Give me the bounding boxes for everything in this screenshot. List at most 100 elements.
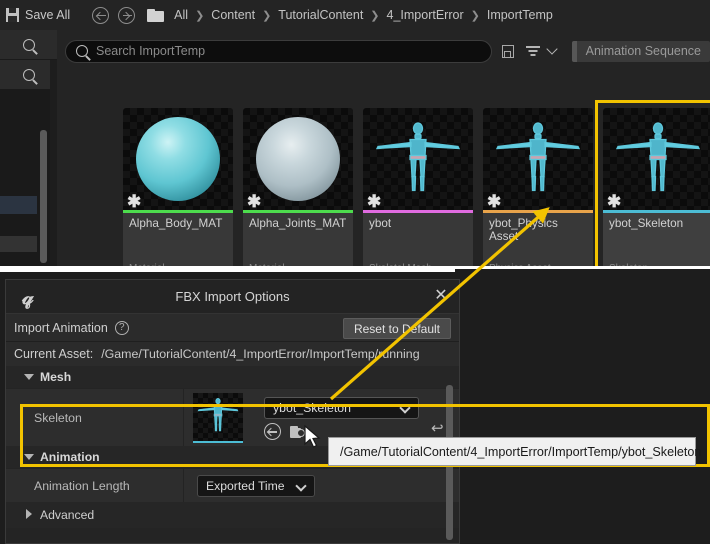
save-icon bbox=[6, 8, 19, 22]
advanced-section-header[interactable]: Advanced bbox=[6, 502, 459, 528]
asset-thumbnail: ✱ bbox=[363, 108, 473, 210]
animation-length-value: Exported Time bbox=[206, 479, 285, 493]
sphere-preview-icon bbox=[136, 117, 220, 201]
asset-tile-grid: ✱ Alpha_Body_MAT Material ✱ Alpha_Joints… bbox=[123, 100, 710, 288]
ybot-figure-icon bbox=[372, 119, 464, 200]
animation-length-label: Animation Length bbox=[34, 478, 130, 493]
sidebar-item-hover[interactable] bbox=[0, 236, 37, 252]
filter-icon[interactable] bbox=[525, 45, 540, 57]
mesh-section-label: Mesh bbox=[40, 370, 72, 384]
breadcrumb-separator: ❯ bbox=[470, 9, 480, 22]
sphere-preview-icon bbox=[256, 117, 340, 201]
arrow-back-icon[interactable] bbox=[92, 6, 110, 24]
asset-tile-ybot-physics-asset[interactable]: ✱ ybot_Physics Asset Physics Asset bbox=[483, 108, 593, 280]
triangle-down-icon bbox=[24, 374, 34, 380]
skeleton-action-buttons bbox=[264, 423, 308, 440]
breadcrumb-item-all[interactable]: All bbox=[174, 8, 188, 22]
breadcrumb-separator: ❯ bbox=[262, 9, 272, 22]
browse-to-asset-icon[interactable] bbox=[264, 423, 281, 440]
asset-tile-ybot-skeleton[interactable]: ✱ ybot_Skeleton Skeleton bbox=[595, 100, 710, 288]
chevron-down-icon bbox=[295, 480, 307, 492]
current-asset-label: Current Asset: bbox=[14, 347, 94, 361]
asset-tile-alpha-joints-mat[interactable]: ✱ Alpha_Joints_MAT Material bbox=[243, 108, 353, 280]
mouse-cursor-icon bbox=[304, 424, 321, 448]
asset-tile-alpha-body-mat[interactable]: ✱ Alpha_Body_MAT Material bbox=[123, 108, 233, 280]
filter-chip-animation-sequence[interactable]: Animation Sequence bbox=[571, 40, 710, 62]
path-tooltip: /Game/TutorialContent/4_ImportError/Impo… bbox=[328, 437, 701, 466]
current-asset-row: Current Asset: /Game/TutorialContent/4_I… bbox=[6, 341, 459, 366]
breadcrumb-separator: ❯ bbox=[195, 9, 205, 22]
left-sidebar bbox=[0, 30, 57, 296]
advanced-section-label: Advanced bbox=[40, 508, 95, 522]
asset-thumbnail: ✱ bbox=[123, 108, 233, 210]
section-divider bbox=[455, 266, 710, 269]
import-animation-row: Import Animation ? Reset to Default bbox=[6, 313, 459, 341]
ybot-figure-icon bbox=[612, 119, 704, 200]
save-all-label: Save All bbox=[25, 8, 71, 22]
asset-name: Alpha_Body_MAT bbox=[129, 216, 223, 230]
chevron-down-icon bbox=[399, 402, 411, 414]
unsaved-asterisk-icon: ✱ bbox=[247, 192, 262, 211]
asset-tile-ybot[interactable]: ✱ ybot Skeletal Mesh bbox=[363, 108, 473, 280]
breadcrumb-item-4-importerror[interactable]: 4_ImportError bbox=[387, 8, 464, 22]
skeleton-thumbnail[interactable] bbox=[193, 392, 243, 443]
content-browser-toolbar: Search ImportTemp Animation Sequence bbox=[65, 39, 710, 63]
arrow-forward-icon[interactable] bbox=[118, 6, 136, 24]
fbx-import-options-dialog: 𝓆 FBX Import Options ✕ Import Animation … bbox=[5, 279, 460, 544]
property-separator bbox=[183, 389, 184, 446]
search-icon bbox=[76, 45, 88, 57]
skeleton-dropdown-value: ybot_Skeleton bbox=[273, 401, 351, 415]
sidebar-divider bbox=[50, 60, 57, 296]
folder-icon[interactable] bbox=[147, 8, 165, 22]
asset-name: Alpha_Joints_MAT bbox=[249, 216, 347, 230]
breadcrumb-item-importtemp[interactable]: ImportTemp bbox=[487, 8, 553, 22]
skeleton-dropdown[interactable]: ybot_Skeleton bbox=[264, 397, 419, 419]
dialog-title: FBX Import Options bbox=[175, 289, 290, 304]
save-all-button[interactable]: Save All bbox=[6, 8, 70, 22]
unsaved-asterisk-icon: ✱ bbox=[607, 192, 622, 211]
ybot-figure-icon bbox=[492, 119, 584, 200]
help-icon[interactable]: ? bbox=[114, 320, 129, 335]
breadcrumb-separator: ❯ bbox=[370, 9, 380, 22]
asset-thumbnail: ✱ bbox=[483, 108, 593, 210]
sidebar-scrollbar[interactable] bbox=[40, 130, 47, 263]
unreal-engine-logo-icon: 𝓆 bbox=[22, 284, 34, 310]
filter-chip-label: Animation Sequence bbox=[585, 44, 701, 58]
breadcrumb: All ❯ Content ❯ TutorialContent ❯ 4_Impo… bbox=[174, 8, 553, 22]
import-animation-label: Import Animation bbox=[14, 320, 108, 335]
reset-to-default-button[interactable]: Reset to Default bbox=[342, 318, 451, 339]
asset-thumbnail: ✱ bbox=[603, 108, 710, 210]
reset-arrow-icon[interactable]: ↩ bbox=[431, 419, 444, 437]
reset-to-default-label: Reset to Default bbox=[353, 321, 440, 336]
content-browser: Search ImportTemp Animation Sequence ✱ A… bbox=[57, 30, 710, 288]
animation-section-label: Animation bbox=[40, 450, 100, 464]
ybot-figure-icon bbox=[196, 395, 240, 438]
mesh-section-header[interactable]: Mesh bbox=[6, 366, 459, 388]
search-input[interactable]: Search ImportTemp bbox=[65, 39, 492, 63]
sidebar-search-top[interactable] bbox=[0, 30, 57, 60]
search-placeholder: Search ImportTemp bbox=[96, 44, 206, 58]
sidebar-search-bottom[interactable] bbox=[0, 60, 57, 90]
asset-name: ybot bbox=[369, 216, 392, 230]
section-divider bbox=[0, 266, 455, 272]
triangle-down-icon bbox=[24, 454, 34, 460]
unsaved-asterisk-icon: ✱ bbox=[127, 192, 142, 211]
chevron-down-icon[interactable] bbox=[546, 43, 558, 55]
close-icon[interactable]: ✕ bbox=[433, 288, 449, 304]
save-search-icon[interactable] bbox=[501, 44, 514, 58]
skeleton-label: Skeleton bbox=[34, 410, 82, 425]
current-asset-value: /Game/TutorialContent/4_ImportError/Impo… bbox=[101, 347, 420, 361]
sidebar-item-selected[interactable] bbox=[0, 196, 37, 214]
tooltip-text: /Game/TutorialContent/4_ImportError/Impo… bbox=[340, 444, 702, 459]
unsaved-asterisk-icon: ✱ bbox=[487, 192, 502, 211]
asset-name: ybot_Skeleton bbox=[609, 216, 684, 230]
search-icon bbox=[22, 68, 35, 81]
asset-name: ybot_Physics Asset bbox=[489, 216, 558, 244]
breadcrumb-item-tutorialcontent[interactable]: TutorialContent bbox=[278, 8, 363, 22]
triangle-right-icon bbox=[26, 509, 32, 519]
top-toolbar: Save All All ❯ Content ❯ TutorialContent… bbox=[0, 0, 710, 30]
breadcrumb-item-content[interactable]: Content bbox=[211, 8, 255, 22]
animation-length-dropdown[interactable]: Exported Time bbox=[197, 475, 315, 497]
search-icon bbox=[22, 38, 35, 51]
property-separator bbox=[183, 469, 184, 502]
